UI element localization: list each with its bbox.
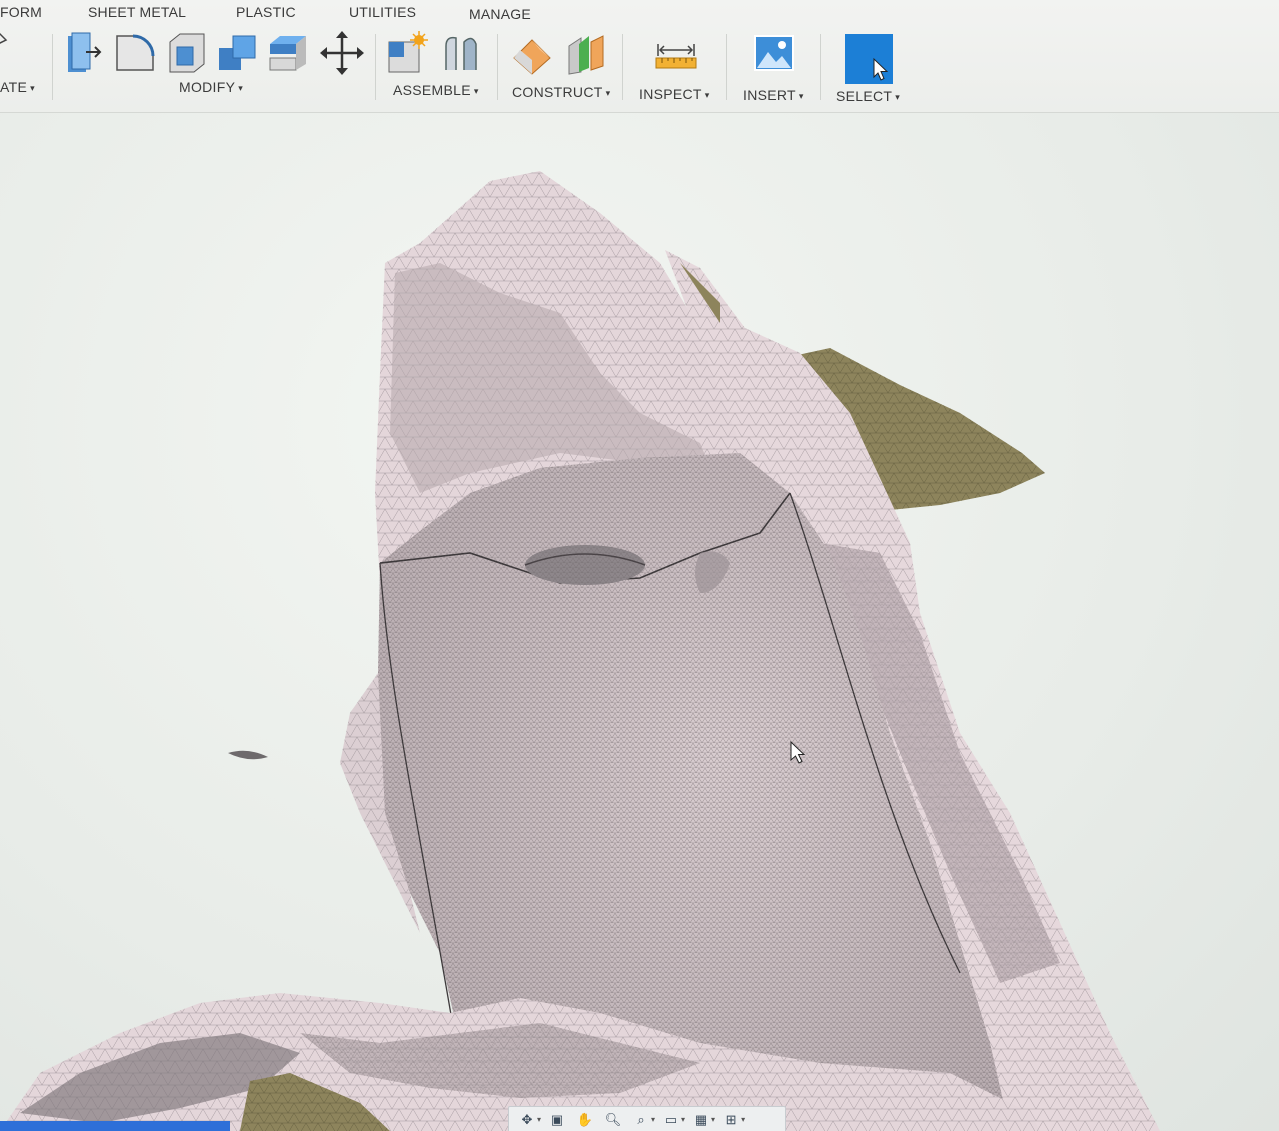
display-caret[interactable]: ▾ [681,1115,685,1124]
taskbar-strip [0,1121,230,1131]
tab-utilities[interactable]: UTILITIES [349,4,416,20]
mesh-model[interactable] [0,113,1279,1131]
measure-icon[interactable] [654,30,698,76]
offset-plane-icon[interactable] [510,30,554,76]
viewports-icon[interactable]: ⊞ [719,1110,743,1130]
inspect-label: INSPECT [639,86,702,102]
new-component-icon[interactable] [385,30,429,76]
assemble-menu[interactable]: ASSEMBLE ▾ [393,82,479,98]
separator [52,34,53,100]
assemble-label: ASSEMBLE [393,82,471,98]
fit-caret[interactable]: ▾ [651,1115,655,1124]
canvas-viewport[interactable]: ✥ ▾ ▣ ✋ 🔍︎ ⌕ ▾ ▭ ▾ ▦ ▾ ⊞ ▾ [0,113,1279,1131]
separator [497,34,498,100]
create-caret: ▾ [30,83,35,93]
toolbar: FORM SHEET METAL PLASTIC UTILITIES MANAG… [0,0,1279,113]
select-cursor-icon[interactable] [845,34,893,84]
insert-caret: ▾ [798,91,804,101]
separator [820,34,821,100]
orbit-caret[interactable]: ▾ [537,1115,541,1124]
fillet-icon[interactable] [113,30,157,76]
insert-label: INSERT [743,87,796,103]
tab-plastic[interactable]: PLASTIC [236,4,296,20]
zoom-icon[interactable]: 🔍︎ [601,1110,625,1130]
move-icon[interactable] [320,30,364,76]
tab-sheet-metal[interactable]: SHEET METAL [88,4,186,20]
joint-icon[interactable] [438,30,482,76]
shell-icon[interactable] [164,30,208,76]
modify-caret: ▾ [238,83,244,93]
midplane-icon[interactable] [563,30,607,76]
modify-label: MODIFY [179,79,236,95]
insert-menu[interactable]: INSERT ▾ [743,87,804,103]
combine-icon[interactable] [215,30,259,76]
separator [375,34,376,100]
look-at-icon[interactable]: ▣ [545,1110,569,1130]
viewports-caret[interactable]: ▾ [741,1115,745,1124]
create-label: ATE [0,79,28,95]
mesh-wireframe-overlay [525,545,645,585]
inspect-caret: ▾ [704,90,710,100]
tab-manage[interactable]: MANAGE [469,6,531,22]
fit-icon[interactable]: ⌕ [629,1110,653,1130]
tab-form[interactable]: FORM [0,4,42,20]
create-sketch-icon[interactable] [0,26,12,50]
insert-image-icon[interactable] [752,30,796,76]
press-pull-icon[interactable] [62,30,106,76]
grid-icon[interactable]: ▦ [689,1110,713,1130]
mesh-fragment [228,750,268,760]
construct-label: CONSTRUCT [512,84,603,100]
separator [726,34,727,100]
navigation-bar: ✥ ▾ ▣ ✋ 🔍︎ ⌕ ▾ ▭ ▾ ▦ ▾ ⊞ ▾ [508,1106,786,1131]
display-settings-icon[interactable]: ▭ [659,1110,683,1130]
separator [622,34,623,100]
select-menu[interactable]: SELECT ▾ [836,88,900,104]
construct-menu[interactable]: CONSTRUCT ▾ [512,84,610,100]
construct-caret: ▾ [605,88,611,98]
grid-caret[interactable]: ▾ [711,1115,715,1124]
pan-icon[interactable]: ✋ [573,1110,597,1130]
select-label: SELECT [836,88,893,104]
inspect-menu[interactable]: INSPECT ▾ [639,86,710,102]
assemble-caret: ▾ [473,86,479,96]
select-caret: ▾ [895,92,901,102]
orbit-icon[interactable]: ✥ [515,1110,539,1130]
replace-face-icon[interactable] [266,30,310,76]
modify-menu[interactable]: MODIFY ▾ [179,79,243,95]
mouse-cursor-icon [790,741,806,764]
create-menu[interactable]: ATE ▾ [0,79,35,95]
